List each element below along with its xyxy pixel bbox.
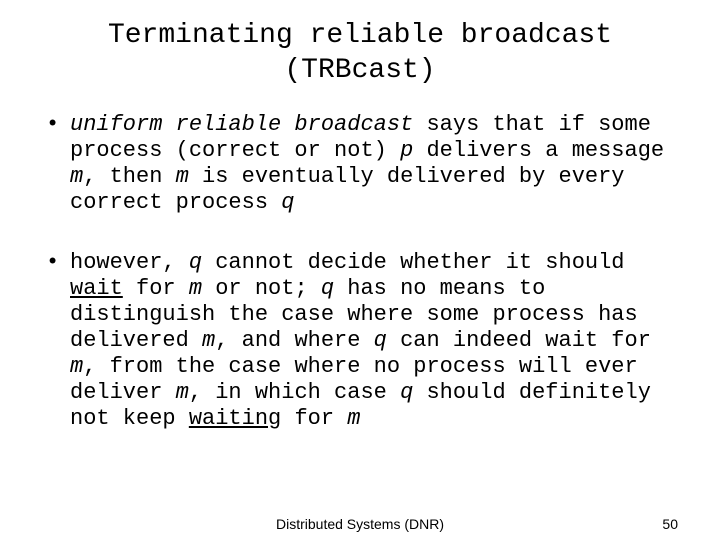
bullet-2-q2: q — [321, 276, 334, 301]
bullet-1: uniform reliable broadcast says that if … — [42, 112, 678, 216]
bullet-1-q: q — [281, 190, 294, 215]
bullet-2-m4: m — [176, 380, 189, 405]
bullet-2-m1: m — [189, 276, 202, 301]
bullet-2-t3: for — [123, 276, 189, 301]
bullet-2: however, q cannot decide whether it shou… — [42, 250, 678, 432]
page-number: 50 — [662, 516, 678, 532]
title-line-1: Terminating reliable broadcast — [108, 20, 612, 51]
bullet-2-t2: cannot decide whether it should — [202, 250, 624, 275]
bullet-2-m2: m — [202, 328, 215, 353]
slide-title: Terminating reliable broadcast (TRBcast) — [42, 18, 678, 88]
bullet-1-lead: uniform reliable broadcast — [70, 112, 413, 137]
slide: Terminating reliable broadcast (TRBcast)… — [0, 0, 720, 540]
bullet-1-t2: delivers a message — [413, 138, 664, 163]
bullet-2-t1: however, — [70, 250, 189, 275]
bullet-2-wait1: wait — [70, 276, 123, 301]
bullet-1-m2: m — [176, 164, 189, 189]
bullet-1-m1: m — [70, 164, 83, 189]
bullet-2-t4: or not; — [202, 276, 321, 301]
title-line-2: (TRBcast) — [284, 55, 435, 86]
bullet-1-p: p — [400, 138, 413, 163]
footer-source: Distributed Systems (DNR) — [0, 516, 720, 532]
bullet-2-q1: q — [189, 250, 202, 275]
bullet-2-m3: m — [70, 354, 83, 379]
bullet-2-t11: for — [281, 406, 347, 431]
bullet-1-t3: , then — [83, 164, 175, 189]
bullet-2-t7: can indeed wait for — [387, 328, 651, 353]
bullet-2-q3: q — [374, 328, 387, 353]
bullet-2-q4: q — [400, 380, 413, 405]
bullet-2-t6: , and where — [215, 328, 373, 353]
bullet-2-wait2: waiting — [189, 406, 281, 431]
bullet-2-t9: , in which case — [189, 380, 400, 405]
bullet-list: uniform reliable broadcast says that if … — [42, 112, 678, 431]
bullet-2-m5: m — [347, 406, 360, 431]
